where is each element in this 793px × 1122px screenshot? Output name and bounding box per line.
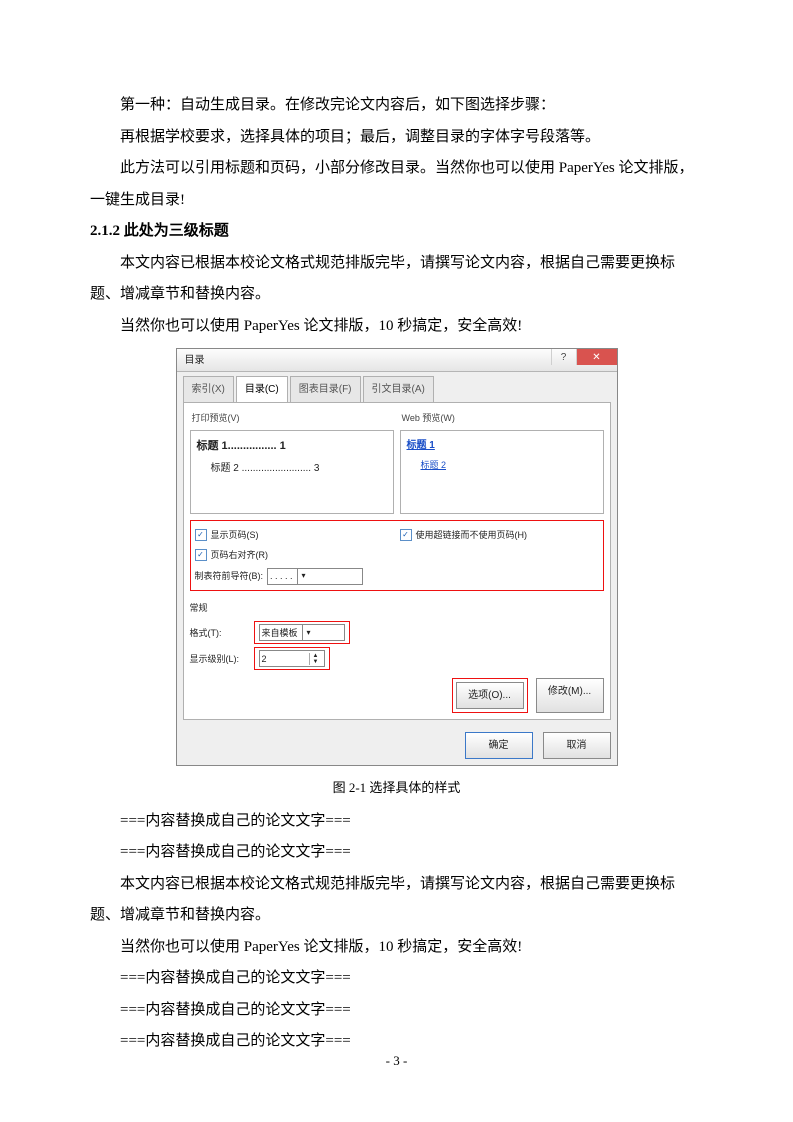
dialog-titlebar: 目录 ? ✕ <box>177 349 617 372</box>
checkbox-label: 显示页码(S) <box>211 526 259 545</box>
spin-value: 2 <box>262 650 267 669</box>
checkbox-label: 使用超链接而不使用页码(H) <box>416 526 528 545</box>
tab-leader-combo[interactable]: . . . . . ▾ <box>267 568 363 585</box>
help-icon[interactable]: ? <box>551 349 576 365</box>
tab-index[interactable]: 索引(X) <box>183 376 234 402</box>
tab-citations[interactable]: 引文目录(A) <box>363 376 434 402</box>
tab-leader-label: 制表符前导符(B): <box>195 567 264 586</box>
preview-link[interactable]: 标题 1 <box>407 435 597 456</box>
tab-toc[interactable]: 目录(C) <box>236 376 288 402</box>
paragraph: 当然你也可以使用 PaperYes 论文排版，10 秒搞定，安全高效! <box>90 932 703 964</box>
paragraph: 再根据学校要求，选择具体的项目；最后，调整目录的字体字号段落等。 <box>90 122 703 154</box>
format-combo[interactable]: 来自模板 ▾ <box>259 624 345 641</box>
levels-spin[interactable]: 2 ▲▼ <box>259 650 325 667</box>
preview-link[interactable]: 标题 2 <box>421 456 597 475</box>
preview-line: 标题 2 ......................... 3 <box>211 458 387 479</box>
paragraph: 当然你也可以使用 PaperYes 论文排版，10 秒搞定，安全高效! <box>90 311 703 343</box>
dialog-tabs: 索引(X) 目录(C) 图表目录(F) 引文目录(A) <box>177 372 617 402</box>
checkbox-right-align[interactable]: ✓页码右对齐(R) <box>195 546 394 565</box>
highlight-box: ✓显示页码(S) ✓页码右对齐(R) 制表符前导符(B): . . . . . … <box>190 520 604 591</box>
format-label: 格式(T): <box>190 624 248 643</box>
web-preview-box: 标题 1 标题 2 <box>400 430 604 514</box>
paragraph: 本文内容已根据本校论文格式规范排版完毕，请撰写论文内容，根据自己需要更换标题、增… <box>90 248 703 311</box>
figure-caption: 图 2-1 选择具体的样式 <box>90 774 703 801</box>
figure-dialog: 目录 ? ✕ 索引(X) 目录(C) 图表目录(F) 引文目录(A) 打印预览(… <box>90 348 703 766</box>
combo-value: 来自模板 <box>262 624 298 643</box>
levels-label: 显示级别(L): <box>190 650 248 669</box>
cancel-button[interactable]: 取消 <box>543 732 611 759</box>
paragraph: 此方法可以引用标题和页码，小部分修改目录。当然你也可以使用 PaperYes 论… <box>90 153 703 216</box>
chevron-down-icon[interactable]: ▾ <box>297 568 310 585</box>
combo-value: . . . . . <box>270 567 293 586</box>
options-button[interactable]: 选项(O)... <box>456 682 524 709</box>
print-preview-label: 打印预览(V) <box>192 409 394 428</box>
placeholder-line: ===内容替换成自己的论文文字=== <box>90 837 703 869</box>
print-preview-box: 标题 1................ 1 标题 2 ............… <box>190 430 394 514</box>
highlight-box: 选项(O)... <box>452 678 528 713</box>
paragraph: 本文内容已根据本校论文格式规范排版完毕，请撰写论文内容，根据自己需要更换标题、增… <box>90 869 703 932</box>
general-heading: 常规 <box>190 599 604 618</box>
toc-dialog: 目录 ? ✕ 索引(X) 目录(C) 图表目录(F) 引文目录(A) 打印预览(… <box>176 348 618 766</box>
close-icon[interactable]: ✕ <box>576 349 617 365</box>
preview-line: 标题 1................ 1 <box>197 435 387 458</box>
placeholder-line: ===内容替换成自己的论文文字=== <box>90 806 703 838</box>
heading-level-3: 2.1.2 此处为三级标题 <box>90 216 703 248</box>
dialog-title: 目录 <box>185 350 205 371</box>
chevron-down-icon[interactable]: ▾ <box>302 625 315 642</box>
page-number: - 3 - <box>0 1047 793 1074</box>
placeholder-line: ===内容替换成自己的论文文字=== <box>90 995 703 1027</box>
tab-figures[interactable]: 图表目录(F) <box>290 376 361 402</box>
checkbox-show-page[interactable]: ✓显示页码(S) <box>195 526 394 545</box>
paragraph: 第一种：自动生成目录。在修改完论文内容后，如下图选择步骤： <box>90 90 703 122</box>
web-preview-label: Web 预览(W) <box>402 409 604 428</box>
checkbox-hyperlink[interactable]: ✓使用超链接而不使用页码(H) <box>400 526 599 545</box>
modify-button[interactable]: 修改(M)... <box>536 678 604 713</box>
checkbox-label: 页码右对齐(R) <box>211 546 269 565</box>
placeholder-line: ===内容替换成自己的论文文字=== <box>90 963 703 995</box>
ok-button[interactable]: 确定 <box>465 732 533 759</box>
